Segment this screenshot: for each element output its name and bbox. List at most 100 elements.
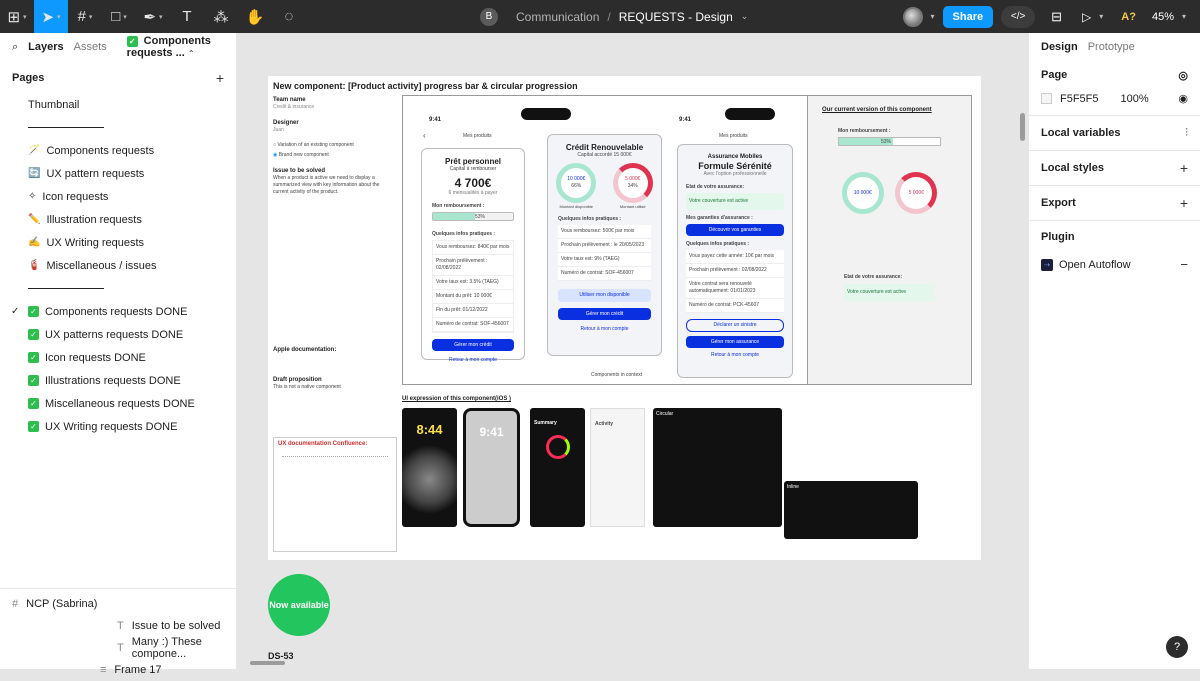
canvas[interactable]: New component: [Product activity] progre… (237, 33, 1028, 669)
page-color-swatch[interactable] (1041, 93, 1052, 104)
page-item[interactable]: ✓ Miscellaneous requests DONE (0, 392, 236, 415)
top-toolbar: ⊞ ▾ ➤ ▾ # ▾ □ ▾ ✒ ▾ T ⁂ ✋ ◌ B Communication /… (0, 0, 1200, 33)
card-credit-renouvelable: Crédit Renouvelable Capital accordé 15 0… (547, 134, 662, 356)
page-item[interactable]: ✏️ Illustration requests (0, 208, 236, 231)
tab-layers[interactable]: Layers (28, 41, 63, 53)
chevron-down-icon[interactable]: ⌄ (741, 11, 749, 22)
garanties-label: Mes garanties d'assurance : (686, 215, 753, 221)
local-variables-section[interactable]: Local variables ⫶ (1029, 116, 1200, 151)
present-icon[interactable]: ▷ (1082, 10, 1091, 24)
rings-row: 10 000€ 66% Montant disponible 5 000€ 34… (548, 163, 661, 210)
add-page-icon[interactable]: + (216, 70, 224, 86)
vertical-scrollbar[interactable] (1020, 113, 1025, 141)
back-icon[interactable]: ‹ (423, 132, 426, 140)
library-icon[interactable]: ⊟ (1051, 9, 1062, 25)
search-icon[interactable]: ⌕ (12, 41, 18, 54)
comment-tool-icon[interactable]: ◌ (272, 0, 306, 33)
pen-tool-icon[interactable]: ✒ ▾ (136, 0, 170, 33)
ring-value: 10 000€ (567, 176, 586, 182)
resources-icon[interactable]: ⁂ (204, 0, 238, 33)
gerer-assurance-button[interactable]: Gérer mon assurance (686, 336, 784, 348)
current-page-selector[interactable]: ✓ Components requests ... ⌃ (126, 35, 236, 59)
layer-text-many[interactable]: T Many :) These compone... (0, 636, 236, 660)
page-item[interactable]: 🪄 Components requests (0, 139, 236, 162)
help-button[interactable]: ? (1166, 636, 1188, 658)
request-details: Team name Credit & insurance Designer Ju… (273, 96, 395, 391)
share-button[interactable]: Share (942, 5, 994, 28)
ui-expression-title: UI expression of this component(iOS ) (402, 396, 512, 402)
tab-assets[interactable]: Assets (74, 41, 107, 53)
radio-existing[interactable]: ○ Variation of an existing component (273, 142, 395, 149)
retour-compte-link[interactable]: Retour à mon compte (422, 357, 524, 364)
eye-icon[interactable]: ◉ (1178, 92, 1188, 105)
export-section[interactable]: Export + (1029, 186, 1200, 221)
horizontal-scrollbar[interactable] (250, 661, 285, 665)
team-avatar[interactable]: B (480, 7, 498, 26)
page-label: Icon requests (42, 190, 109, 203)
page-color-value[interactable]: F5F5F5 (1060, 93, 1099, 105)
page-item[interactable]: ✓ Icon requests DONE (0, 346, 236, 369)
hand-tool-icon[interactable]: ✋ (238, 0, 272, 33)
retour-compte-link-3[interactable]: Retour à mon compte (678, 352, 792, 359)
cv-progress-pct: 53% (881, 139, 892, 145)
page-item[interactable]: ✓ UX Writing requests DONE (0, 415, 236, 438)
styles-icon[interactable]: ◎ (1178, 69, 1188, 82)
layer-frame-ncp[interactable]: # NCP (Sabrina) (0, 593, 236, 615)
chevron-down-icon[interactable]: ▾ (1182, 12, 1186, 21)
page-item[interactable]: ✓ Illustrations requests DONE (0, 369, 236, 392)
collapse-icon[interactable]: − (1180, 257, 1188, 272)
page-item[interactable]: Thumbnail (0, 93, 236, 116)
layer-text-issue[interactable]: T Issue to be solved (0, 615, 236, 637)
info-row: Prochain prélèvement : 02/08/2022 (686, 264, 784, 278)
gerer-credit-button[interactable]: Gérer mon crédit (432, 339, 514, 351)
draft-text: This is not a native component (273, 384, 341, 390)
dev-mode-toggle-icon[interactable]: </> (1001, 5, 1036, 28)
retour-compte-link-2[interactable]: Retour à mon compte (548, 326, 661, 333)
tab-design[interactable]: Design (1041, 41, 1078, 53)
project-name[interactable]: Communication (516, 10, 599, 24)
now-available-badge: Now available (268, 574, 330, 636)
autolayout-icon: ≡ (100, 664, 107, 676)
frame-tool-icon[interactable]: # ▾ (68, 0, 102, 33)
shape-tool-icon[interactable]: □ ▾ (102, 0, 136, 33)
ai-icon[interactable]: A? (1121, 11, 1136, 23)
chevron-down-icon[interactable]: ▾ (1099, 12, 1103, 21)
phone-notch (521, 108, 571, 120)
declarer-sinistre-button[interactable]: Déclarer un sinistre (686, 319, 784, 332)
user-avatar[interactable] (902, 6, 923, 27)
info-row: Vous remboursez: 500€ par mois (558, 225, 651, 239)
add-export-icon[interactable]: + (1180, 195, 1188, 211)
designer-label: Designer (273, 120, 299, 126)
gerer-credit-button-2[interactable]: Gérer mon crédit (558, 308, 651, 320)
layer-frame-17[interactable]: ≡ Frame 17 (0, 659, 236, 681)
utiliser-button[interactable]: Utiliser mon disponible (558, 289, 651, 302)
tab-prototype[interactable]: Prototype (1088, 41, 1135, 53)
page-label: Miscellaneous requests DONE (45, 397, 195, 410)
info-row: Fin du prêt: 01/12/2022 (433, 304, 513, 318)
page-item[interactable]: ✓ UX patterns requests DONE (0, 323, 236, 346)
figma-menu-icon[interactable]: ⊞ ▾ (0, 0, 34, 33)
page-item[interactable]: ✧ Icon requests (0, 185, 236, 208)
radio-new[interactable]: ◉ Brand new component (273, 152, 395, 159)
page-item[interactable]: 🧯 Miscellaneous / issues (0, 254, 236, 277)
plugin-row[interactable]: ⇢ Open Autoflow − (1041, 257, 1188, 272)
decouvrir-garanties-button[interactable]: Découvrir vos garanties (686, 224, 784, 236)
couverture-active: Votre couverture est active (686, 193, 784, 210)
page-fill-row[interactable]: F5F5F5 100% ◉ (1041, 92, 1188, 105)
local-styles-section[interactable]: Local styles + (1029, 151, 1200, 186)
add-style-icon[interactable]: + (1180, 160, 1188, 176)
file-name[interactable]: REQUESTS - Design (619, 10, 733, 24)
phone-notch (725, 108, 775, 120)
page-item[interactable]: 🔄 UX pattern requests (0, 162, 236, 185)
page-opacity[interactable]: 100% (1121, 93, 1149, 105)
page-item[interactable]: ✍️ UX Writing requests (0, 231, 236, 254)
request-frame[interactable]: New component: [Product activity] progre… (268, 76, 981, 560)
info-row: Montant du prêt: 10 000€ (433, 290, 513, 304)
zoom-level[interactable]: 45% (1152, 11, 1174, 23)
sliders-icon[interactable]: ⫶ (1185, 127, 1188, 140)
text-tool-icon[interactable]: T (170, 0, 204, 33)
page-label: UX Writing requests (46, 236, 145, 249)
chevron-down-icon[interactable]: ▾ (931, 12, 935, 21)
page-item[interactable]: ✓ ✓ Components requests DONE (0, 300, 236, 323)
move-tool-icon[interactable]: ➤ ▾ (34, 0, 68, 33)
